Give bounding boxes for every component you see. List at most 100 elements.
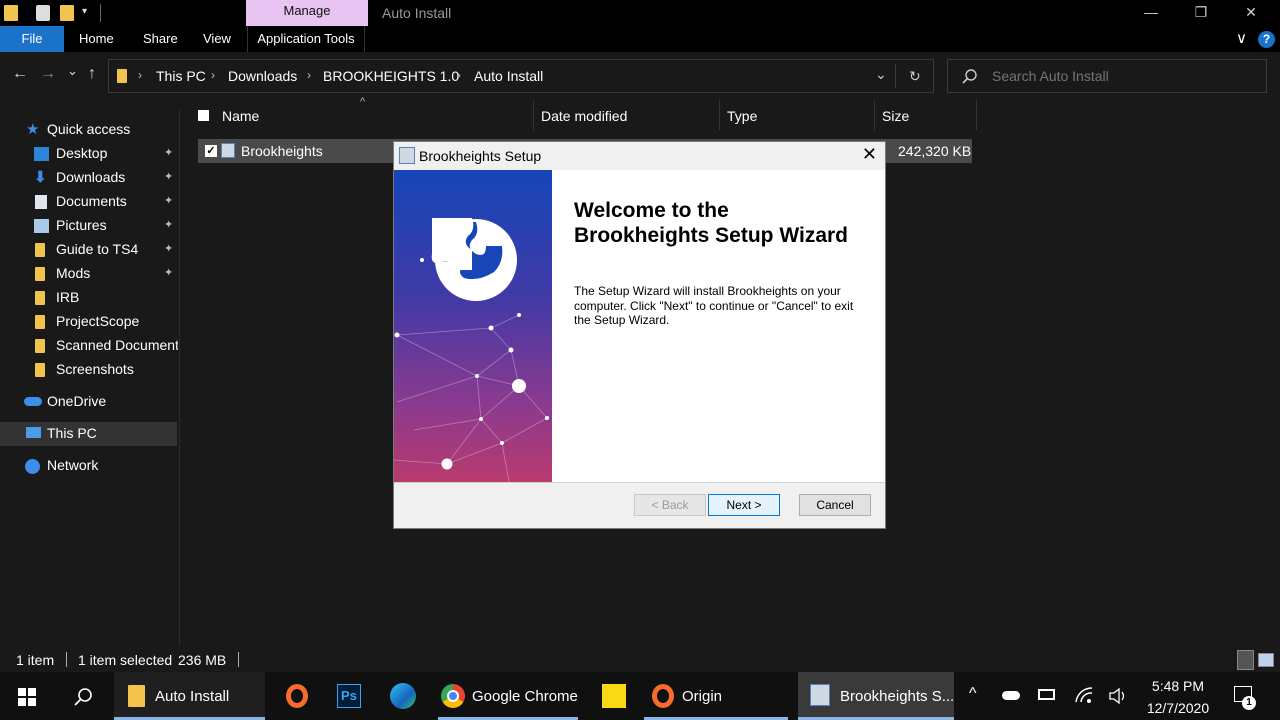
sidebar-item-network[interactable]: Network: [0, 454, 178, 478]
tab-home[interactable]: Home: [79, 26, 114, 52]
taskbar-app-origin[interactable]: Origin: [640, 672, 792, 720]
tab-share[interactable]: Share: [143, 26, 178, 52]
properties-icon[interactable]: [36, 5, 50, 21]
column-divider: [874, 100, 875, 130]
row-checkbox[interactable]: ✓: [205, 145, 217, 157]
customize-qat-icon[interactable]: ▾: [82, 6, 87, 17]
sidebar-item-irb[interactable]: IRB: [0, 286, 178, 310]
column-header-name[interactable]: Name: [222, 108, 259, 124]
column-divider: [976, 100, 977, 130]
recent-locations-button[interactable]: ⌄: [67, 63, 78, 79]
status-bar: 1 item 1 item selected 236 MB: [0, 648, 1280, 672]
maximize-button[interactable]: ❐: [1176, 0, 1226, 26]
title-bar: ▾ Manage Auto Install — ❐ ✕: [0, 0, 1280, 26]
clock-date[interactable]: 12/7/2020: [1142, 700, 1214, 716]
new-folder-icon[interactable]: [60, 5, 74, 21]
taskbar-app-google-chrome[interactable]: Google Chrome: [432, 672, 584, 720]
taskbar-app-brookheights-setup[interactable]: Brookheights S...: [798, 672, 954, 720]
sidebar-item-downloads[interactable]: ⬇ Downloads ✦: [0, 166, 178, 190]
back-button[interactable]: < Back: [634, 494, 706, 516]
taskbar-app-origin-pinned[interactable]: [274, 672, 320, 720]
sidebar-item-pictures[interactable]: Pictures ✦: [0, 214, 178, 238]
manage-tab[interactable]: Manage: [246, 0, 368, 26]
sidebar-item-desktop[interactable]: Desktop ✦: [0, 142, 178, 166]
close-button[interactable]: ✕: [1226, 0, 1276, 26]
select-all-checkbox[interactable]: [198, 110, 209, 121]
dialog-close-button[interactable]: ✕: [862, 144, 877, 165]
forward-button[interactable]: →: [40, 65, 56, 83]
show-hidden-icons-icon[interactable]: ^: [969, 685, 977, 703]
network-graphic: [394, 218, 549, 482]
sidebar-item-onedrive[interactable]: OneDrive: [0, 390, 178, 414]
sidebar-item-label: Documents: [56, 193, 127, 209]
tab-application-tools[interactable]: Application Tools: [247, 26, 365, 52]
breadcrumb-brookheights[interactable]: BROOKHEIGHTS 1.0: [323, 68, 459, 84]
sidebar-item-label: Desktop: [56, 145, 108, 161]
breadcrumb-downloads[interactable]: Downloads: [228, 68, 297, 84]
folder-icon: [35, 363, 45, 377]
windows-start-icon[interactable]: [18, 688, 36, 706]
up-button[interactable]: ↑: [88, 65, 96, 83]
sidebar-item-quick-access[interactable]: ★ Quick access: [0, 118, 178, 142]
sidebar-item-label: OneDrive: [47, 393, 107, 409]
folder-icon[interactable]: [4, 5, 18, 21]
taskbar-app-label: Brookheights S...: [840, 688, 955, 705]
clock-time[interactable]: 5:48 PM: [1146, 678, 1210, 694]
expand-ribbon-icon[interactable]: ∨: [1236, 26, 1247, 52]
wifi-icon[interactable]: [1074, 686, 1094, 704]
folder-icon: [128, 685, 145, 707]
tab-file[interactable]: File: [0, 26, 64, 52]
sidebar-item-projectscope[interactable]: ProjectScope: [0, 310, 178, 334]
sidebar-item-documents[interactable]: Documents ✦: [0, 190, 178, 214]
breadcrumb-auto-install[interactable]: Auto Install: [474, 68, 543, 84]
column-header-date-modified[interactable]: Date modified: [541, 108, 627, 124]
help-icon[interactable]: ?: [1258, 31, 1275, 48]
address-bar[interactable]: › This PC › Downloads › BROOKHEIGHTS 1.0…: [108, 59, 934, 93]
sidebar-item-label: Scanned Documents: [56, 337, 178, 353]
sidebar-item-label: Network: [47, 457, 99, 473]
sidebar-item-mods[interactable]: Mods ✦: [0, 262, 178, 286]
tab-view[interactable]: View: [203, 26, 231, 52]
breadcrumb-separator: ›: [457, 68, 461, 82]
column-header-size[interactable]: Size: [882, 108, 909, 124]
sidebar-item-label: Guide to TS4: [56, 241, 139, 257]
dialog-content: Welcome to the Brookheights Setup Wizard…: [394, 170, 885, 482]
battery-icon[interactable]: [1038, 689, 1055, 700]
origin-icon: [652, 684, 674, 708]
taskbar-app-edge[interactable]: [380, 672, 426, 720]
sidebar-item-guide-to-ts4[interactable]: Guide to TS4 ✦: [0, 238, 178, 262]
minimize-button[interactable]: —: [1126, 0, 1176, 26]
folder-icon: [35, 267, 45, 281]
refresh-icon[interactable]: ↻: [909, 68, 921, 85]
sidebar-item-label: ProjectScope: [56, 313, 140, 329]
large-icons-view-button[interactable]: [1258, 653, 1274, 667]
star-icon: ★: [26, 121, 40, 138]
search-icon[interactable]: [73, 687, 93, 707]
dialog-title: Brookheights Setup: [419, 148, 542, 164]
taskbar-app-label: Origin: [682, 688, 723, 705]
pin-icon: ✦: [164, 147, 174, 159]
sidebar-item-label: Quick access: [47, 121, 131, 137]
column-divider: [533, 100, 534, 130]
address-dropdown-icon[interactable]: ⌄: [875, 66, 887, 83]
column-header-type[interactable]: Type: [727, 108, 757, 124]
taskbar-app-file-explorer[interactable]: Auto Install: [114, 672, 265, 720]
taskbar: Auto Install Ps Google Chrome Origin Bro…: [0, 672, 1280, 720]
sidebar-item-this-pc[interactable]: This PC: [0, 422, 177, 446]
breadcrumb-this-pc[interactable]: This PC: [156, 68, 206, 84]
sort-ascending-icon: ^: [360, 96, 366, 108]
folder-icon: [35, 339, 45, 353]
search-box[interactable]: [947, 59, 1267, 93]
selected-count: 1 item selected: [78, 652, 173, 668]
next-button[interactable]: Next >: [708, 494, 780, 516]
sidebar-item-screenshots[interactable]: Screenshots: [0, 358, 178, 382]
search-input[interactable]: [992, 68, 1252, 84]
sidebar-item-scanned-documents[interactable]: Scanned Documents: [0, 334, 178, 358]
cancel-button[interactable]: Cancel: [799, 494, 871, 516]
onedrive-cloud-icon[interactable]: [1002, 691, 1020, 700]
taskbar-app-sticky-notes[interactable]: [590, 672, 636, 720]
volume-icon[interactable]: [1108, 687, 1128, 705]
back-button[interactable]: ←: [12, 65, 28, 83]
details-view-button[interactable]: [1237, 650, 1254, 670]
taskbar-app-photoshop[interactable]: Ps: [326, 672, 372, 720]
